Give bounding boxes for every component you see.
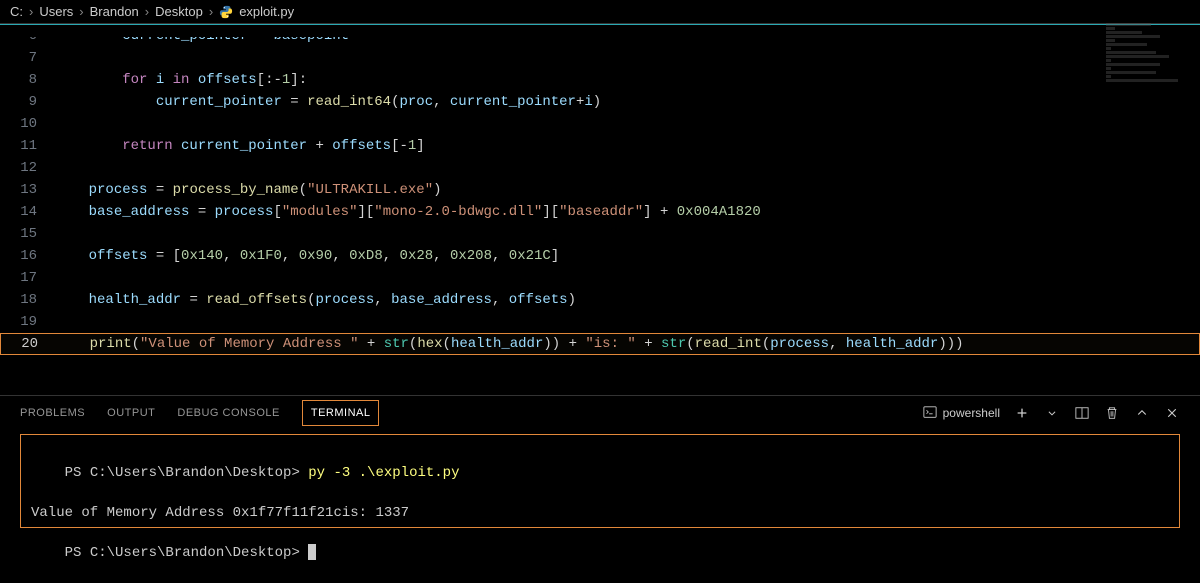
- line-number: 15: [0, 223, 55, 245]
- breadcrumb-seg[interactable]: Brandon: [90, 4, 139, 19]
- split-terminal-icon[interactable]: [1074, 405, 1090, 421]
- terminal-shell-selector[interactable]: powershell: [923, 405, 1000, 422]
- code-content[interactable]: current_pointer = read_int64(proc, curre…: [55, 91, 601, 113]
- line-number: 10: [0, 113, 55, 135]
- terminal-line: PS C:\Users\Brandon\Desktop> py -3 .\exp…: [31, 443, 1169, 503]
- code-line[interactable]: 17: [0, 267, 1200, 289]
- terminal-prompt: PS C:\Users\Brandon\Desktop>: [65, 545, 309, 561]
- python-icon: [219, 5, 233, 19]
- line-number: 6: [0, 25, 55, 47]
- line-number: 16: [0, 245, 55, 267]
- code-content[interactable]: health_addr = read_offsets(process, base…: [55, 289, 576, 311]
- breadcrumb[interactable]: C: › Users › Brandon › Desktop › exploit…: [0, 0, 1200, 24]
- terminal-line: PS C:\Users\Brandon\Desktop>: [31, 523, 1169, 583]
- panel-tabs: PROBLEMS OUTPUT DEBUG CONSOLE TERMINAL p…: [0, 395, 1200, 430]
- line-number: 19: [0, 311, 55, 333]
- code-content[interactable]: process = process_by_name("ULTRAKILL.exe…: [55, 179, 442, 201]
- terminal-output: Value of Memory Address 0x1f77f11f21cis:…: [31, 503, 1169, 523]
- code-line[interactable]: 13 process = process_by_name("ULTRAKILL.…: [0, 179, 1200, 201]
- line-number: 12: [0, 157, 55, 179]
- line-number: 7: [0, 47, 55, 69]
- code-line[interactable]: 14 base_address = process["modules"]["mo…: [0, 201, 1200, 223]
- tab-problems[interactable]: PROBLEMS: [20, 399, 85, 427]
- breadcrumb-file[interactable]: exploit.py: [239, 4, 294, 19]
- code-editor[interactable]: 6 current_pointer = basepoint7 8 for i i…: [0, 24, 1200, 355]
- code-line[interactable]: 16 offsets = [0x140, 0x1F0, 0x90, 0xD8, …: [0, 245, 1200, 267]
- breadcrumb-seg[interactable]: Desktop: [155, 4, 203, 19]
- code-line[interactable]: 10: [0, 113, 1200, 135]
- terminal-prompt: PS C:\Users\Brandon\Desktop>: [65, 465, 309, 481]
- code-content[interactable]: return current_pointer + offsets[-1]: [55, 135, 425, 157]
- code-line[interactable]: 18 health_addr = read_offsets(process, b…: [0, 289, 1200, 311]
- trash-icon[interactable]: [1104, 405, 1120, 421]
- code-line[interactable]: 8 for i in offsets[:-1]:: [0, 69, 1200, 91]
- line-number: 18: [0, 289, 55, 311]
- line-number: 9: [0, 91, 55, 113]
- chevron-right-icon: ›: [79, 4, 83, 19]
- code-content[interactable]: [55, 113, 89, 135]
- tab-terminal[interactable]: TERMINAL: [302, 400, 380, 426]
- code-line[interactable]: 15: [0, 223, 1200, 245]
- code-content[interactable]: offsets = [0x140, 0x1F0, 0x90, 0xD8, 0x2…: [55, 245, 559, 267]
- tab-output[interactable]: OUTPUT: [107, 399, 155, 427]
- code-line[interactable]: 9 current_pointer = read_int64(proc, cur…: [0, 91, 1200, 113]
- code-content[interactable]: base_address = process["modules"]["mono-…: [55, 201, 761, 223]
- code-line[interactable]: 11 return current_pointer + offsets[-1]: [0, 135, 1200, 157]
- code-content[interactable]: for i in offsets[:-1]:: [55, 69, 307, 91]
- code-line[interactable]: 12: [0, 157, 1200, 179]
- line-number: 20: [1, 333, 56, 355]
- breadcrumb-seg[interactable]: C:: [10, 4, 23, 19]
- new-terminal-icon[interactable]: [1014, 405, 1030, 421]
- close-icon[interactable]: [1164, 405, 1180, 421]
- line-number: 17: [0, 267, 55, 289]
- code-line[interactable]: 20 print("Value of Memory Address " + st…: [0, 333, 1200, 355]
- terminal-icon: [923, 405, 937, 422]
- breadcrumb-seg[interactable]: Users: [39, 4, 73, 19]
- line-number: 13: [0, 179, 55, 201]
- chevron-right-icon: ›: [209, 4, 213, 19]
- code-content[interactable]: [55, 47, 89, 69]
- line-number: 14: [0, 201, 55, 223]
- tab-debug-console[interactable]: DEBUG CONSOLE: [177, 399, 279, 427]
- chevron-right-icon: ›: [29, 4, 33, 19]
- code-line[interactable]: 6 current_pointer = basepoint: [0, 25, 1200, 47]
- terminal-command: py -3 .\exploit.py: [308, 465, 459, 481]
- code-content[interactable]: print("Value of Memory Address " + str(h…: [56, 333, 964, 355]
- code-content[interactable]: current_pointer = basepoint: [55, 25, 349, 47]
- code-line[interactable]: 7: [0, 47, 1200, 69]
- line-number: 11: [0, 135, 55, 157]
- chevron-down-icon[interactable]: [1044, 405, 1060, 421]
- chevron-up-icon[interactable]: [1134, 405, 1150, 421]
- code-line[interactable]: 19: [0, 311, 1200, 333]
- line-number: 8: [0, 69, 55, 91]
- minimap[interactable]: [1106, 22, 1196, 142]
- shell-name: powershell: [943, 406, 1000, 420]
- chevron-right-icon: ›: [145, 4, 149, 19]
- terminal-cursor: [308, 544, 316, 560]
- terminal-pane[interactable]: PS C:\Users\Brandon\Desktop> py -3 .\exp…: [20, 434, 1180, 528]
